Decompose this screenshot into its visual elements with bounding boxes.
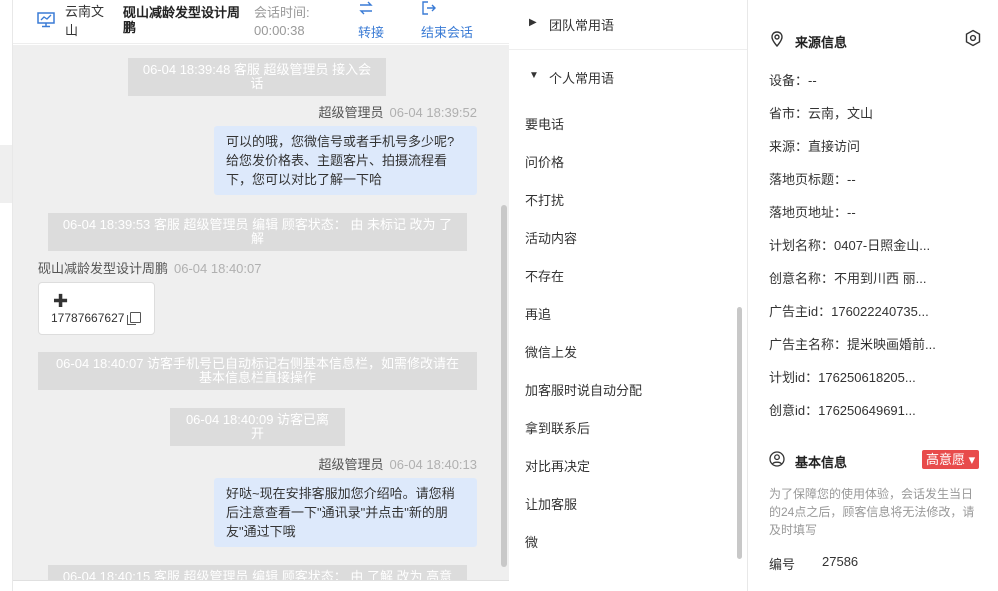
phrases-pane: ▶ 团队常用语 ▼ 个人常用语 要电话 问价格 不打扰 活动内容 不存在 再追 … xyxy=(509,0,748,591)
system-message: 06-04 18:39:53 客服 超级管理员 编辑 顾客状态： 由 未标记 改… xyxy=(48,213,467,251)
message-time: 06-04 18:39:52 xyxy=(389,105,477,120)
source-info-title: 来源信息 xyxy=(795,35,848,50)
phrase-item[interactable]: 加客服时说自动分配 xyxy=(525,380,642,399)
transfer-label: 转接 xyxy=(358,25,385,40)
info-pane: 来源信息 设备：-- 省市：云南，文山 来源：直接访问 落地页标题：-- 落地页… xyxy=(749,0,998,591)
message-list[interactable]: 06-04 18:39:48 客服 超级管理员 接入会话 超级管理员 06-04 … xyxy=(13,45,509,580)
phrase-item[interactable]: 微信上发 xyxy=(525,342,577,361)
location-pin-icon xyxy=(769,31,785,48)
caret-down-icon: ▼ xyxy=(529,70,539,81)
chat-input-area[interactable] xyxy=(13,580,509,591)
info-landing-url: 落地页地址：-- xyxy=(769,205,856,220)
system-message: 06-04 18:40:09 访客已离开 xyxy=(170,408,345,446)
phrase-item[interactable]: 让加客服 xyxy=(525,494,577,513)
info-plan-id: 计划id：176250618205... xyxy=(769,370,916,385)
session-time-label: 会话时间: xyxy=(254,5,310,20)
info-note: 为了保障您的使用体验，会话发生当日的24点之后，顾客信息将无法修改，请及时填写 xyxy=(769,487,975,537)
settings-icon[interactable] xyxy=(964,29,982,47)
number-value: 27586 xyxy=(822,554,859,569)
info-advertiser-name: 广告主名称：提米映画婚前... xyxy=(769,337,936,352)
contact-icon: ✚ xyxy=(53,291,69,311)
phrase-item[interactable]: 不打扰 xyxy=(525,190,564,209)
personal-phrases-label: 个人常用语 xyxy=(549,71,615,86)
team-phrases-group[interactable]: ▶ 团队常用语 xyxy=(509,0,747,50)
system-message: 06-04 18:39:48 客服 超级管理员 接入会话 xyxy=(128,58,386,96)
chat-header: 云南文山 砚山减龄发型设计周鹏 会话时间: 00:00:38 转接 结束会话 xyxy=(13,0,509,44)
transfer-button[interactable]: 转接 xyxy=(358,0,384,41)
session-time: 00:00:38 xyxy=(254,23,305,38)
agent-message-bubble: 好哒~现在安排客服加您介绍哈。请您稍后注意查看一下"通讯录"并点击"新的朋友"通… xyxy=(214,478,477,547)
copy-icon[interactable] xyxy=(127,312,141,325)
phrase-item[interactable]: 问价格 xyxy=(525,152,564,171)
sender-name: 超级管理员 xyxy=(318,105,384,120)
system-message: 06-04 18:40:07 访客手机号已自动标记右侧基本信息栏，如需修改请在基… xyxy=(38,352,477,390)
monitor-icon xyxy=(37,12,55,28)
phrases-scrollbar[interactable] xyxy=(737,307,742,559)
left-strip-highlight xyxy=(0,145,12,203)
agent-message-bubble: 可以的哦，您微信号或者手机号多少呢?给您发价格表、主题客片、拍摄流程看下，您可以… xyxy=(214,126,477,195)
phone-number: 17787667627 xyxy=(51,311,125,325)
chat-scrollbar[interactable] xyxy=(501,205,507,567)
customer-location: 云南文山 xyxy=(65,4,105,38)
phrase-item[interactable]: 活动内容 xyxy=(525,228,577,247)
sender-name: 超级管理员 xyxy=(318,457,384,472)
info-creative-id: 创意id：176250649691... xyxy=(769,403,916,418)
customer-name: 砚山减龄发型设计周鹏 xyxy=(123,5,241,35)
agent-sender: 超级管理员 06-04 18:39:52 xyxy=(319,102,477,121)
message-time: 06-04 18:40:07 xyxy=(174,261,262,276)
phrase-item[interactable]: 不存在 xyxy=(525,266,564,285)
info-region: 省市：云南，文山 xyxy=(769,106,874,121)
transfer-icon xyxy=(358,0,384,18)
phrase-item[interactable]: 要电话 xyxy=(525,114,564,133)
phone-card[interactable]: ✚ 17787667627 xyxy=(38,282,155,335)
personal-phrases-group[interactable]: ▼ 个人常用语 xyxy=(509,66,747,88)
team-phrases-label: 团队常用语 xyxy=(549,18,615,33)
info-source: 来源：直接访问 xyxy=(769,139,861,154)
caret-right-icon: ▶ xyxy=(529,17,537,28)
phrase-item[interactable]: 拿到联系后 xyxy=(525,418,590,437)
info-device: 设备：-- xyxy=(769,73,817,88)
info-advertiser-id: 广告主id：176022240735... xyxy=(769,304,929,319)
info-plan-name: 计划名称：0407-日照金山... xyxy=(769,238,931,253)
left-strip xyxy=(0,0,13,591)
phrase-item[interactable]: 再追 xyxy=(525,304,551,323)
end-session-button[interactable]: 结束会话 xyxy=(421,0,473,41)
info-creative-name: 创意名称：不用到川西 丽... xyxy=(769,271,927,286)
intent-status-dropdown[interactable]: 高意愿 ▾ xyxy=(922,450,980,469)
basic-info-title: 基本信息 xyxy=(795,455,848,470)
end-session-label: 结束会话 xyxy=(421,25,474,40)
exit-icon xyxy=(421,0,473,18)
message-time: 06-04 18:40:13 xyxy=(389,457,477,472)
chat-pane: 云南文山 砚山减龄发型设计周鹏 会话时间: 00:00:38 转接 结束会话 0… xyxy=(13,0,509,591)
system-message: 06-04 18:40:15 客服 超级管理员 编辑 顾客状态： 由 了解 改为… xyxy=(48,565,467,580)
user-icon xyxy=(769,451,785,467)
number-label: 编号 xyxy=(769,557,796,572)
info-landing-title: 落地页标题：-- xyxy=(769,172,856,187)
sender-name: 砚山减龄发型设计周鹏 xyxy=(38,261,169,276)
customer-sender: 砚山减龄发型设计周鹏 06-04 18:40:07 xyxy=(38,258,261,277)
agent-sender: 超级管理员 06-04 18:40:13 xyxy=(319,454,477,473)
phrase-item[interactable]: 对比再决定 xyxy=(525,456,590,475)
phrase-item[interactable]: 微 xyxy=(525,532,538,551)
